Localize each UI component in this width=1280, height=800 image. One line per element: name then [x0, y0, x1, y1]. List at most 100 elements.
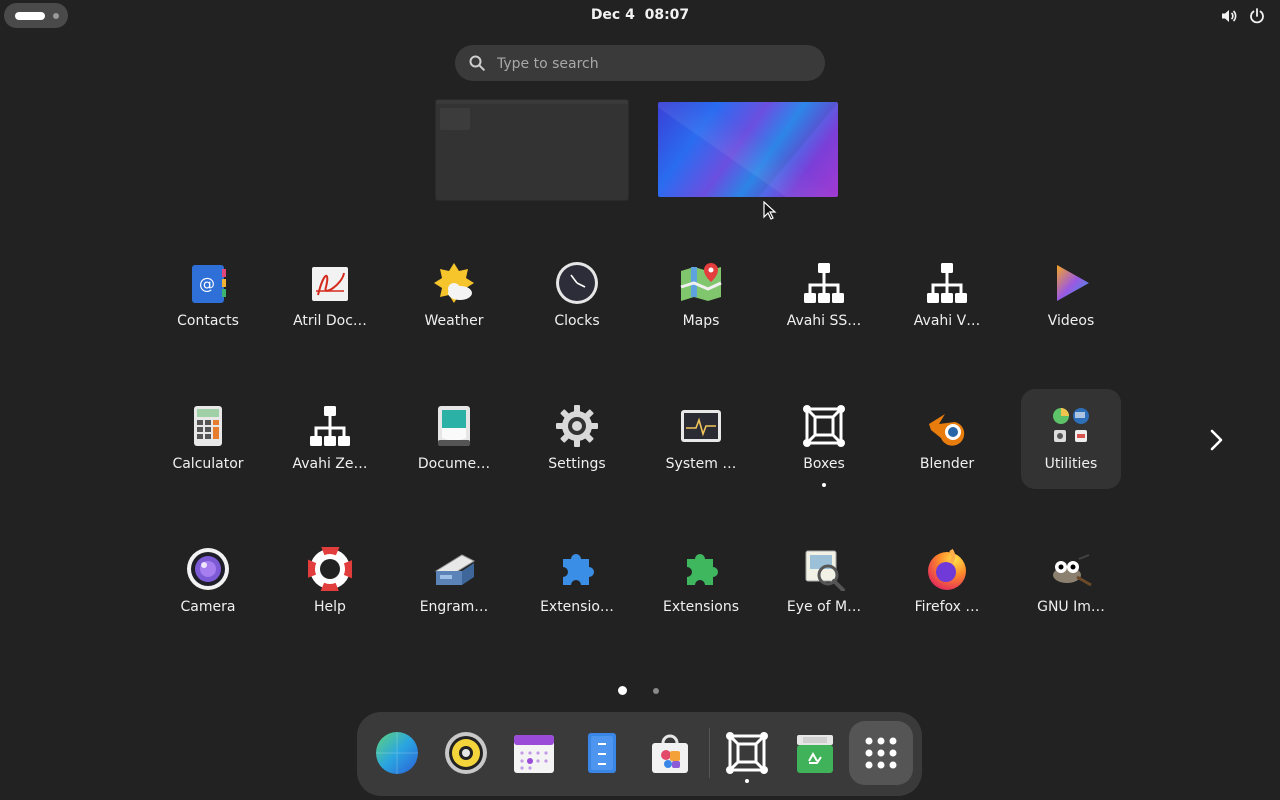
app-extension-manager[interactable]: Extensio…	[527, 541, 627, 641]
search-bar[interactable]	[455, 45, 825, 83]
calendar-icon	[512, 731, 556, 775]
running-indicator	[822, 483, 826, 487]
app-weather[interactable]: Weather	[404, 255, 504, 355]
videos-icon	[1049, 261, 1093, 305]
app-videos[interactable]: Videos	[1021, 255, 1121, 355]
app-blender[interactable]: Blender	[897, 398, 997, 498]
app-clocks[interactable]: Clocks	[527, 255, 627, 355]
mouse-pointer-icon	[763, 200, 777, 221]
app-help[interactable]: Help	[280, 541, 380, 641]
contacts-icon: @	[186, 261, 230, 305]
app-settings[interactable]: Settings	[527, 398, 627, 498]
dock-files[interactable]	[570, 721, 634, 785]
workspace-thumbnail-1[interactable]	[436, 100, 628, 200]
app-avahi-vnc[interactable]: Avahi V…	[897, 255, 997, 355]
search-input[interactable]	[495, 45, 809, 83]
dock-boxes[interactable]	[715, 721, 779, 785]
network-icon	[308, 404, 352, 448]
app-firefox[interactable]: Firefox …	[897, 541, 997, 641]
atril-icon	[308, 261, 352, 305]
puzzle-icon	[679, 547, 723, 591]
app-contacts[interactable]: @ Contacts	[158, 255, 258, 355]
app-label: Maps	[682, 313, 720, 329]
workspace-topbar	[436, 100, 628, 104]
dock-separator	[709, 728, 710, 778]
app-label: Engram…	[419, 599, 489, 615]
clocks-icon	[555, 261, 599, 305]
app-avahi-ssh[interactable]: Avahi SS…	[774, 255, 874, 355]
software-icon	[648, 731, 692, 775]
document-scanner-icon	[432, 404, 476, 448]
app-atril[interactable]: Atril Doc…	[280, 255, 380, 355]
workspace-window	[440, 108, 470, 130]
app-label: Camera	[180, 599, 236, 615]
clock-time[interactable]: 08:07	[645, 7, 690, 23]
app-label: Avahi Ze…	[292, 456, 368, 472]
network-icon	[802, 261, 846, 305]
app-calculator[interactable]: Calculator	[158, 398, 258, 498]
gear-icon	[555, 404, 599, 448]
gimp-icon	[1049, 547, 1093, 591]
page-indicator-2[interactable]	[653, 688, 659, 694]
image-viewer-icon	[802, 547, 846, 592]
app-label: Docume…	[417, 456, 491, 472]
app-system-monitor[interactable]: System …	[651, 398, 751, 498]
dock-web-browser[interactable]	[365, 721, 429, 785]
app-document-scanner[interactable]: Docume…	[404, 398, 504, 498]
clock-date[interactable]: Dec 4	[591, 7, 635, 23]
app-engrampa[interactable]: Engram…	[404, 541, 504, 641]
app-label: Videos	[1047, 313, 1095, 329]
recycle-icon	[793, 731, 837, 775]
dock-rhythmbox[interactable]	[434, 721, 498, 785]
app-label: Avahi V…	[913, 313, 981, 329]
puzzle-icon	[555, 547, 599, 591]
app-boxes[interactable]: Boxes	[774, 398, 874, 498]
app-label: Utilities	[1044, 456, 1098, 472]
calculator-icon	[186, 404, 230, 448]
weather-icon	[432, 261, 476, 305]
activities-button[interactable]	[4, 3, 68, 28]
dock-show-apps[interactable]	[849, 721, 913, 785]
dash	[357, 712, 922, 796]
search-icon	[468, 54, 486, 72]
app-folder-utilities[interactable]: Utilities	[1021, 389, 1121, 489]
app-label: Avahi SS…	[786, 313, 862, 329]
app-eye-of-mate[interactable]: Eye of M…	[774, 541, 874, 641]
app-label: Settings	[548, 456, 606, 472]
folder-icon	[1049, 404, 1093, 448]
firefox-icon	[925, 547, 969, 591]
app-extensions[interactable]: Extensions	[651, 541, 751, 641]
dock-recycle[interactable]	[783, 721, 847, 785]
system-monitor-icon	[679, 404, 723, 448]
app-camera[interactable]: Camera	[158, 541, 258, 641]
app-label: Help	[314, 599, 346, 615]
svg-text:@: @	[199, 274, 215, 293]
workspace-thumbnail-2[interactable]	[658, 102, 838, 197]
app-label: Blender	[919, 456, 975, 472]
page-indicator-1[interactable]	[618, 686, 627, 695]
network-icon	[925, 261, 969, 305]
app-avahi-zeroconf[interactable]: Avahi Ze…	[280, 398, 380, 498]
app-label: Calculator	[172, 456, 244, 472]
dock-software[interactable]	[638, 721, 702, 785]
running-indicator	[745, 779, 749, 783]
workspace-indicator-inactive	[53, 13, 59, 19]
clock: Dec 4 08:07	[0, 7, 1280, 23]
app-maps[interactable]: Maps	[651, 255, 751, 355]
web-browser-icon	[375, 731, 419, 775]
power-icon[interactable]	[1248, 7, 1266, 25]
app-label: Clocks	[554, 313, 600, 329]
files-icon	[580, 731, 624, 775]
system-menu[interactable]	[1220, 7, 1266, 25]
app-label: Weather	[424, 313, 484, 329]
app-label: GNU Im…	[1037, 599, 1105, 615]
app-label: System …	[665, 456, 737, 472]
dock-calendar[interactable]	[502, 721, 566, 785]
rhythmbox-icon	[444, 731, 488, 775]
app-label: Boxes	[803, 456, 845, 472]
next-page-chevron-right-icon[interactable]	[1204, 428, 1228, 452]
app-label: Atril Doc…	[293, 313, 367, 329]
lifebuoy-icon	[305, 544, 355, 594]
volume-icon[interactable]	[1220, 7, 1238, 25]
app-gimp[interactable]: GNU Im…	[1021, 541, 1121, 641]
